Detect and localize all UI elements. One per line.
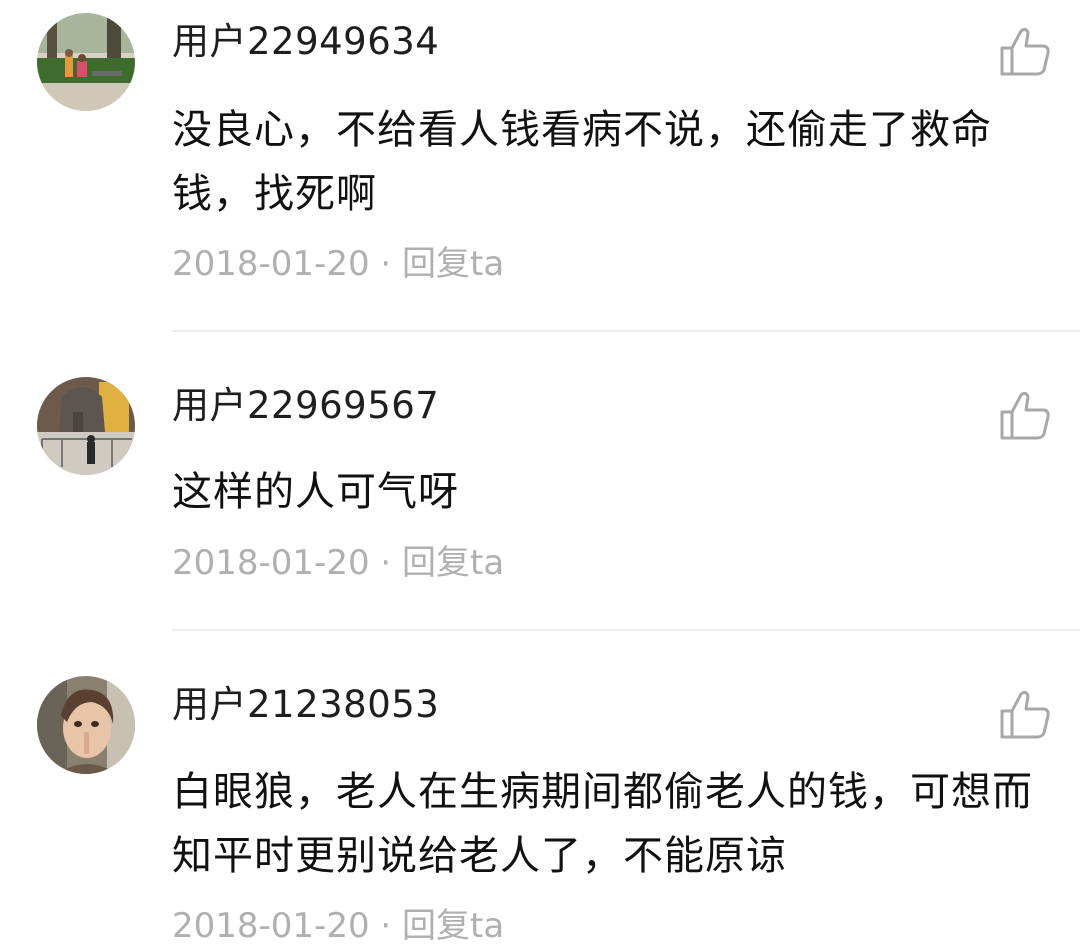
comment-meta: 2018-01-20 · 回复ta [172,244,504,284]
username[interactable]: 用户22969567 [172,384,439,428]
avatar[interactable] [37,377,135,475]
comment-meta: 2018-01-20 · 回复ta [172,543,504,583]
comment-text: 这样的人可气呀 [172,469,459,515]
comment-date: 2018-01-20 [172,543,370,583]
avatar[interactable] [37,13,135,111]
meta-separator: · [380,543,392,583]
avatar[interactable] [37,676,135,774]
comment-date: 2018-01-20 [172,906,370,946]
reply-link[interactable]: 回复ta [402,906,504,946]
avatar-image [37,377,135,475]
comment-text: 白眼狼，老人在生病期间都偷老人的钱，可想而知平时更别说给老人了，不能原谅 [172,769,1033,879]
reply-link[interactable]: 回复ta [402,244,504,284]
username[interactable]: 用户22949634 [172,20,439,64]
divider [172,629,1080,631]
like-button[interactable] [998,26,1052,78]
thumbs-up-icon [1000,27,1050,76]
avatar-image [37,676,135,774]
comment-meta: 2018-01-20 · 回复ta [172,906,504,946]
meta-separator: · [380,906,392,946]
comment-date: 2018-01-20 [172,244,370,284]
username[interactable]: 用户21238053 [172,683,439,727]
thumbs-up-icon [1000,391,1050,440]
comment-text: 没良心，不给看人钱看病不说，还偷走了救命钱，找死啊 [172,107,992,217]
like-button[interactable] [998,689,1052,741]
meta-separator: · [380,244,392,284]
like-button[interactable] [998,390,1052,442]
reply-link[interactable]: 回复ta [402,543,504,583]
divider [172,330,1080,332]
thumbs-up-icon [1000,690,1050,739]
avatar-image [37,13,135,111]
